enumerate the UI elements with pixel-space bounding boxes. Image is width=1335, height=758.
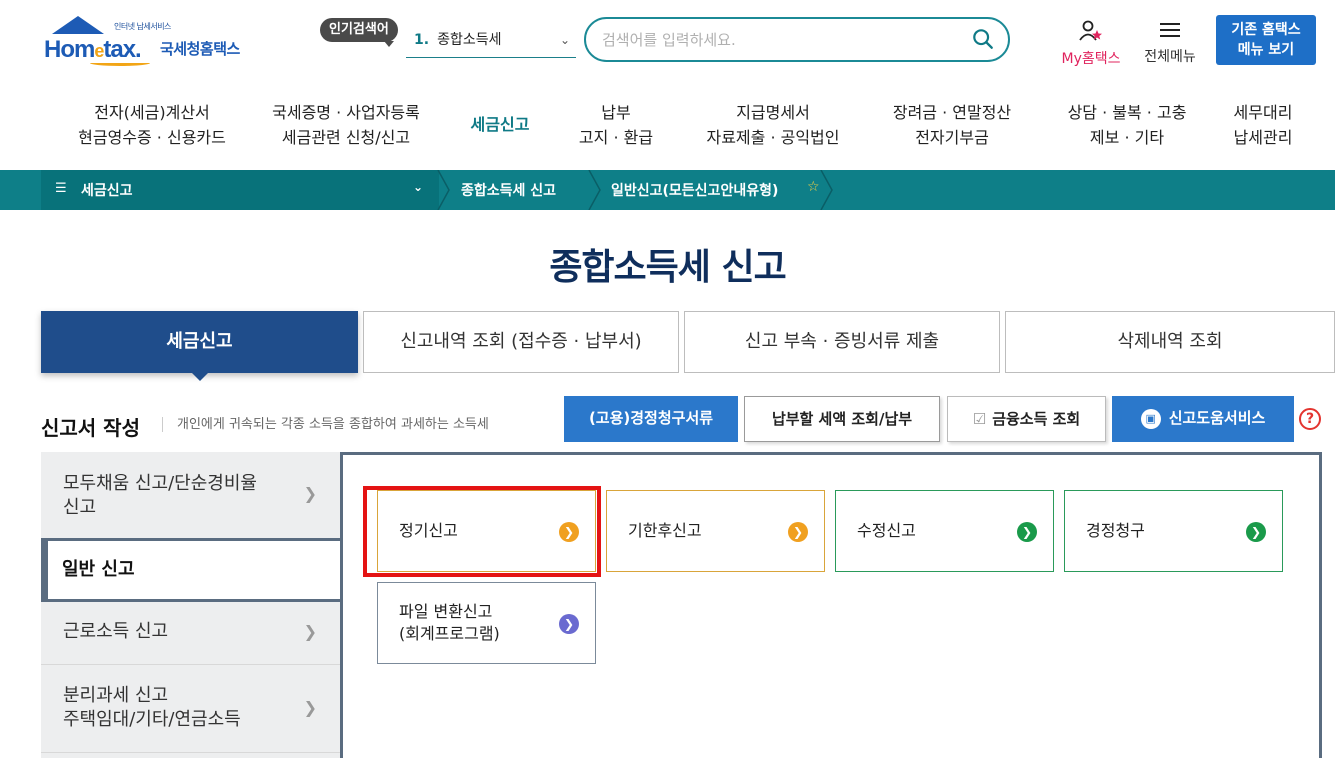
highlight-box	[363, 486, 601, 577]
book-icon: ▣	[1140, 408, 1161, 429]
claim-documents-button[interactable]: (고용)경정청구서류	[564, 396, 738, 442]
tab-deleted-history[interactable]: 삭제내역 조회	[1005, 311, 1335, 373]
my-hometax-link[interactable]: My홈택스	[1056, 20, 1126, 68]
tab-tax-return[interactable]: 세금신고	[41, 311, 358, 381]
card-label: 수정신고	[857, 521, 916, 540]
card-label: 파일 변환신고 (회계프로그램)	[399, 602, 500, 643]
logo-swoosh-icon	[90, 60, 150, 66]
breadcrumb-menu-select[interactable]: ☰ 세금신고 ⌄	[41, 170, 439, 210]
card-amended-return[interactable]: 수정신고 ❯	[835, 490, 1054, 572]
help-service-button[interactable]: ▣ 신고도움서비스	[1112, 396, 1294, 442]
section-description: 개인에게 귀속되는 각종 소득을 종합하여 과세하는 소득세	[162, 417, 489, 432]
menu-icon: ☰	[55, 181, 67, 196]
all-menu-button[interactable]: 전체메뉴	[1138, 20, 1202, 66]
all-menu-label: 전체메뉴	[1144, 49, 1196, 65]
tab-return-history[interactable]: 신고내역 조회 (접수증 · 납부서)	[363, 311, 679, 373]
side-item-general-return[interactable]: 일반 신고	[41, 538, 341, 602]
finance-income-button[interactable]: ☑ 금융소득 조회	[947, 396, 1106, 442]
favorite-star-icon[interactable]: ☆	[807, 179, 820, 195]
chevron-right-icon: ❯	[303, 698, 317, 717]
tab-attachment-submit[interactable]: 신고 부속 · 증빙서류 제출	[684, 311, 1000, 373]
old-menu-line1: 기존 홈택스	[1231, 22, 1301, 38]
hamburger-icon	[1160, 23, 1180, 37]
card-correction-claim[interactable]: 경정청구 ❯	[1064, 490, 1283, 572]
gnb-active-underline	[0, 100, 1335, 160]
finance-income-label: 금융소득 조회	[992, 410, 1081, 428]
tab-bar: 세금신고 신고내역 조회 (접수증 · 납부서) 신고 부속 · 증빙서류 제출…	[41, 311, 1335, 381]
card-label: 경정청구	[1086, 521, 1145, 540]
card-late-return[interactable]: 기한후신고 ❯	[606, 490, 825, 572]
breadcrumb-separator-icon	[437, 170, 450, 210]
search-icon[interactable]	[972, 28, 994, 50]
breadcrumb-level1: 세금신고	[81, 183, 133, 199]
page-title: 종합소득세 신고	[549, 247, 786, 288]
chevron-down-icon: ⌄	[559, 33, 570, 47]
section-title: 신고서 작성	[41, 416, 140, 440]
side-item-separate-taxation[interactable]: 분리과세 신고 주택임대/기타/연금소득 ❯	[41, 684, 341, 732]
card-label: 기한후신고	[628, 521, 702, 540]
popular-rank: 1.	[414, 32, 430, 48]
popular-search-select[interactable]: 1. 종합소득세 ⌄	[406, 24, 576, 58]
old-menu-line2: 메뉴 보기	[1237, 42, 1295, 58]
chevron-right-icon: ❯	[303, 622, 317, 641]
search-input[interactable]	[602, 27, 962, 53]
pay-tax-button[interactable]: 납부할 세액 조회/납부	[744, 396, 940, 442]
side-item-wage-income-return[interactable]: 근로소득 신고 ❯	[41, 620, 341, 644]
help-question-icon[interactable]: ?	[1299, 408, 1321, 430]
help-service-label: 신고도움서비스	[1168, 409, 1266, 427]
side-item-prefilled-return[interactable]: 모두채움 신고/단순경비율 신고 ❯	[41, 472, 341, 520]
chevron-right-icon: ❯	[303, 484, 317, 503]
my-hometax-label: My홈택스	[1061, 51, 1121, 67]
breadcrumb: ☰ 세금신고 ⌄ 종합소득세 신고 일반신고(모든신고안내유형) ☆	[0, 170, 1335, 210]
popular-term: 종합소득세	[437, 32, 502, 48]
arrow-right-icon: ❯	[1246, 522, 1266, 542]
breadcrumb-separator-icon	[588, 170, 601, 210]
search-box	[584, 17, 1010, 62]
arrow-right-icon: ❯	[1017, 522, 1037, 542]
checkbox-icon: ☑	[972, 410, 987, 428]
breadcrumb-separator-icon	[820, 170, 833, 210]
side-menu: 모두채움 신고/단순경비율 신고 ❯ 일반 신고 근로소득 신고 ❯ 분리과세 신…	[41, 452, 341, 758]
user-star-icon	[1079, 20, 1102, 41]
hometax-logo[interactable]: 인터넷 납세서비스 Hometax. 국세청홈택스	[44, 16, 264, 66]
card-file-conversion-return[interactable]: 파일 변환신고 (회계프로그램) ❯	[377, 582, 596, 664]
logo-tagline: 인터넷 납세서비스	[114, 22, 171, 31]
arrow-right-icon: ❯	[788, 522, 808, 542]
breadcrumb-level3[interactable]: 일반신고(모든신고안내유형)	[611, 180, 778, 200]
logo-korean-name: 국세청홈택스	[160, 40, 240, 58]
popular-search-badge: 인기검색어	[320, 18, 398, 47]
arrow-right-icon: ❯	[559, 614, 579, 634]
chevron-down-icon: ⌄	[413, 180, 424, 194]
breadcrumb-level2[interactable]: 종합소득세 신고	[461, 180, 556, 200]
logo-roof-icon	[52, 16, 104, 34]
old-hometax-menu-button[interactable]: 기존 홈택스 메뉴 보기	[1216, 15, 1316, 65]
